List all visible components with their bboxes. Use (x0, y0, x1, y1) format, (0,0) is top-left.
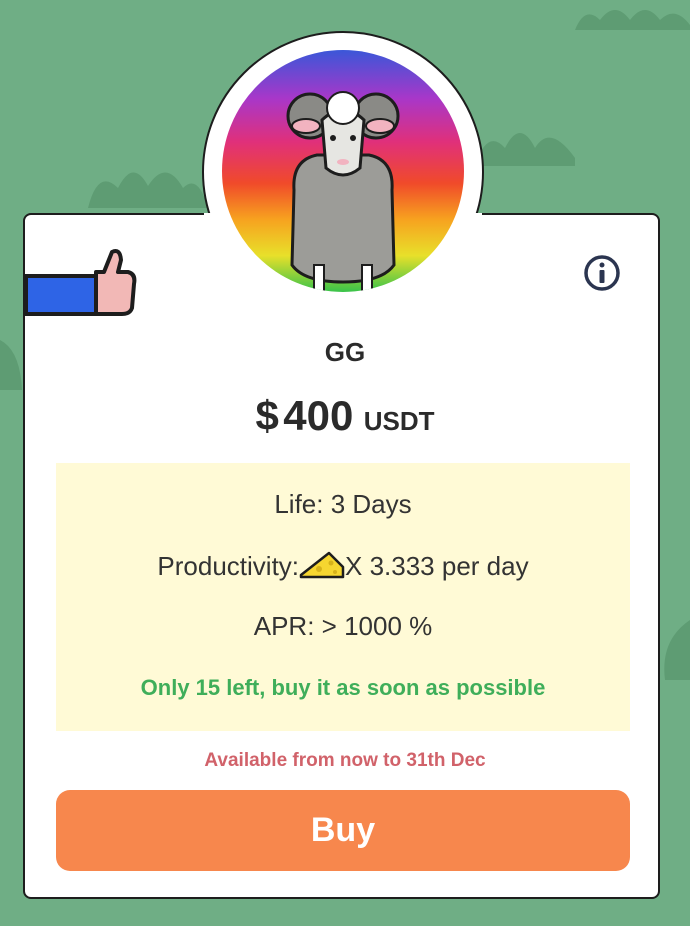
price-symbol: $ (255, 392, 279, 439)
details-panel: Life: 3 Days Productivity: X 3.333 per da… (56, 463, 630, 731)
apr-text: APR: > 1000 % (253, 611, 433, 641)
productivity-value: X 3.333 per day (345, 551, 529, 581)
price-currency: USDT (363, 406, 435, 436)
background-hill (88, 172, 208, 208)
sheep-avatar (222, 50, 464, 292)
product-price: $ 400 USDT (0, 392, 690, 440)
price-value: 400 (283, 392, 354, 439)
life-text: Life: 3 Days (274, 489, 412, 519)
product-name: GG (324, 337, 366, 367)
buy-button[interactable]: Buy (56, 790, 630, 871)
availability-text: Available from now to 31th Dec (204, 750, 486, 771)
thumbs-up-icon[interactable] (24, 246, 138, 323)
productivity-row: Productivity: X 3.333 per day (56, 549, 630, 586)
info-icon[interactable] (583, 254, 621, 297)
productivity-label: Productivity: (157, 551, 300, 581)
cheese-icon (299, 549, 345, 586)
background-hill (664, 620, 690, 680)
stock-notice: Only 15 left, buy it as soon as possible (140, 675, 546, 700)
background-hill (575, 10, 690, 30)
background-hill (475, 133, 575, 166)
